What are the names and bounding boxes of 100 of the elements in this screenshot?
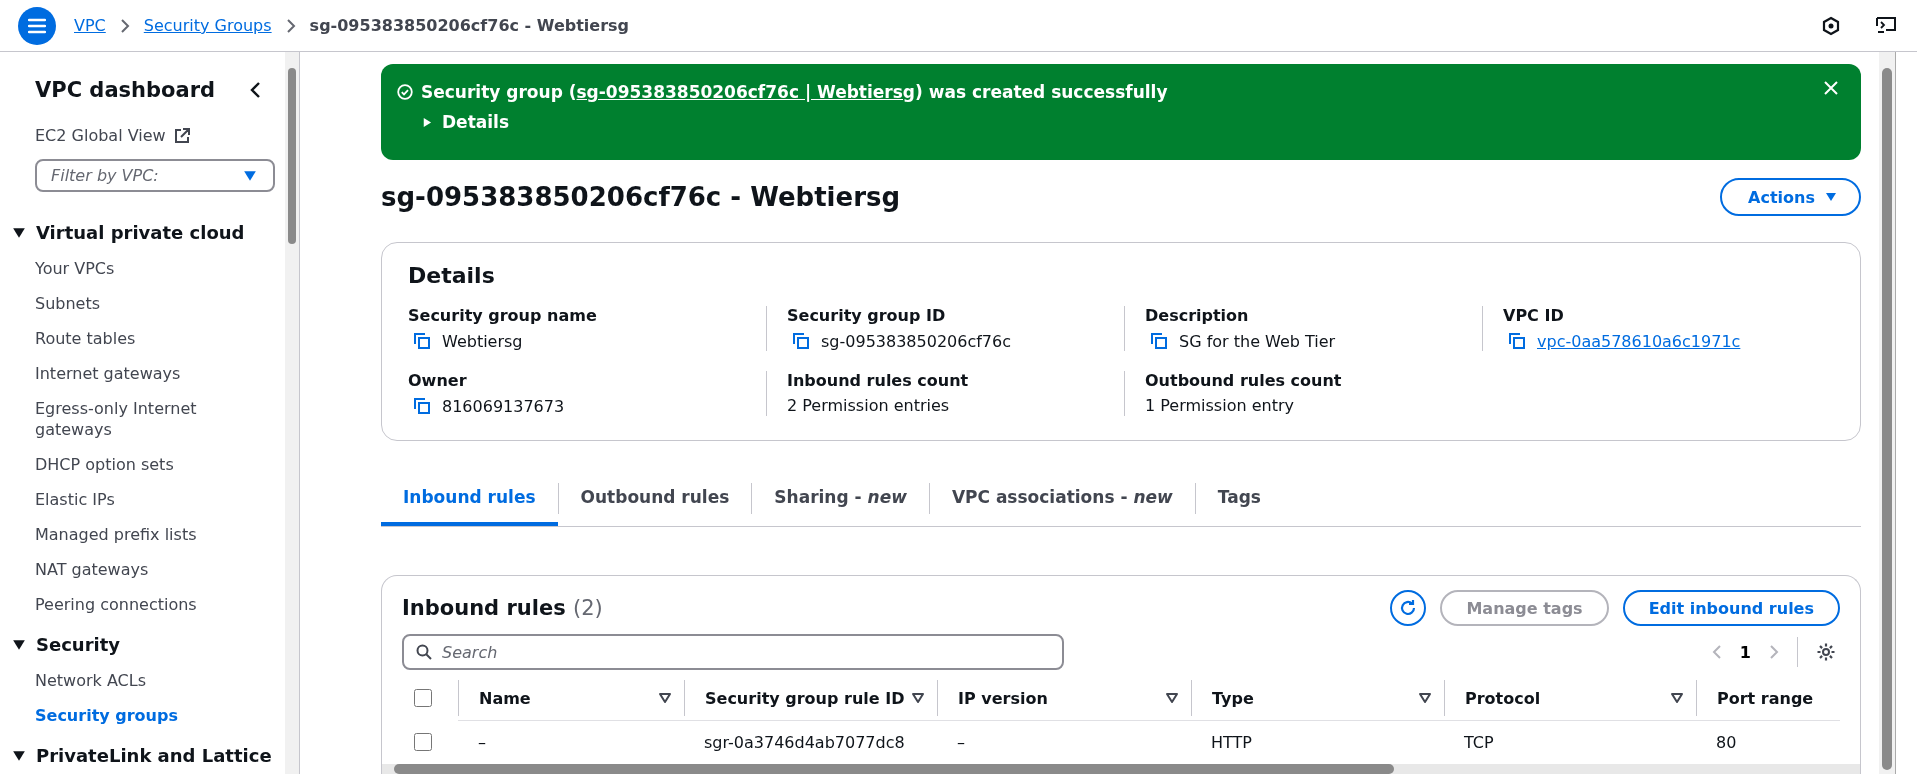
settings-button[interactable] [1816, 642, 1836, 662]
nav-link[interactable]: DHCP option sets [12, 447, 232, 482]
success-message: Security group (sg-095383850206cf76c | Webtiersg) was created successfully [421, 82, 1168, 102]
page-title: sg-095383850206cf76c - Webtiersg [381, 182, 901, 212]
copy-button[interactable] [1149, 331, 1169, 351]
tab[interactable]: Sharing - new [752, 471, 929, 526]
page-number[interactable]: 1 [1739, 642, 1751, 662]
sort-icon [1670, 692, 1684, 704]
copy-button[interactable] [791, 331, 811, 351]
column-header[interactable]: Name [458, 680, 684, 716]
tab[interactable]: Tags [1195, 471, 1283, 526]
chevron-right-icon [119, 18, 130, 33]
chevron-right-icon [1769, 644, 1779, 660]
nav-link[interactable]: Subnets [12, 286, 232, 321]
tab[interactable]: VPC associations - new [929, 471, 1195, 526]
security-group-link[interactable]: sg-095383850206cf76c | Webtiersg [576, 82, 916, 102]
nav-link[interactable]: Internet gateways [12, 356, 232, 391]
details-toggle[interactable]: Details [421, 112, 509, 132]
nav-section-header[interactable]: PrivateLink and Lattice [12, 745, 275, 766]
nav-link[interactable]: Route tables [12, 321, 232, 356]
copy-button[interactable] [412, 331, 432, 351]
chevron-left-icon [1711, 644, 1722, 660]
collapse-button[interactable] [249, 81, 261, 99]
actions-button[interactable]: Actions [1720, 178, 1861, 216]
field-label: VPC ID [1503, 306, 1565, 325]
caret-icon [12, 637, 26, 652]
row-checkbox[interactable] [414, 733, 432, 751]
screen-icon-button[interactable] [1875, 15, 1897, 36]
copy-icon [791, 331, 811, 351]
search-icon [416, 644, 432, 660]
column-header[interactable]: Type [1191, 680, 1444, 716]
nav-section-header[interactable]: Virtual private cloud [12, 222, 275, 243]
caret-icon [12, 225, 26, 240]
breadcrumb-current: sg-095383850206cf76c - Webtiersg [309, 16, 630, 35]
column-header[interactable]: IP version [937, 680, 1191, 716]
field-value: 816069137673 [442, 396, 565, 416]
close-icon [1823, 80, 1839, 96]
sort-icon [658, 692, 672, 704]
copy-button[interactable] [412, 396, 432, 416]
nav-link[interactable]: Elastic IPs [12, 482, 232, 517]
column-header[interactable]: Security group rule ID [684, 680, 937, 716]
column-header[interactable]: Port range [1696, 680, 1840, 716]
close-button[interactable] [1823, 80, 1839, 96]
horizontal-scrollbar[interactable] [382, 764, 1860, 774]
field-label: Security group name [408, 306, 598, 325]
edit-rules-button[interactable]: Edit inbound rules [1622, 590, 1840, 626]
nav-link[interactable]: Egress-only Internet gateways [12, 391, 232, 447]
column-header[interactable]: Protocol [1444, 680, 1696, 716]
nav-link[interactable]: Managed prefix lists [12, 517, 232, 552]
caret-icon [1825, 191, 1837, 203]
tab[interactable]: Inbound rules [381, 471, 558, 526]
menu-button[interactable] [18, 6, 56, 45]
tab[interactable]: Outbound rules [558, 471, 752, 526]
breadcrumb-link[interactable]: VPC [74, 16, 106, 35]
monitor-icon [1875, 15, 1897, 36]
table-title: Inbound rules (2) [402, 596, 603, 620]
refresh-button[interactable] [1390, 590, 1427, 626]
field-value: SG for the Web Tier [1179, 331, 1336, 351]
nav-link[interactable]: Network ACLs [12, 663, 232, 698]
copy-icon [412, 331, 432, 351]
scrollbar[interactable] [1879, 52, 1895, 774]
caret-icon [12, 748, 26, 763]
field-value: 1 Permission entry [1145, 396, 1294, 415]
chevron-left-icon [249, 81, 261, 99]
vpc-filter-select[interactable]: Filter by VPC: [35, 159, 275, 192]
caret-icon [421, 116, 432, 128]
nav-link[interactable]: NAT gateways [12, 552, 232, 587]
field-value: sg-095383850206cf76c [821, 331, 1011, 351]
scrollbar[interactable] [285, 52, 299, 774]
field-label: Inbound rules count [787, 371, 970, 390]
field-label: Description [1145, 306, 1250, 325]
field-label: Security group ID [787, 306, 947, 325]
field-label: Outbound rules count [1145, 371, 1343, 390]
nav-link[interactable]: Security groups [12, 698, 232, 733]
field-link[interactable]: vpc-0aa578610a6c1971c [1537, 331, 1741, 351]
hexagon-icon [1821, 15, 1841, 36]
external-link-icon [173, 127, 190, 144]
chevron-right-icon [285, 18, 296, 33]
copy-button[interactable] [1507, 331, 1527, 351]
nav-link[interactable]: Your VPCs [12, 251, 232, 286]
sort-icon [1418, 692, 1432, 704]
hexagon-icon-button[interactable] [1821, 15, 1841, 36]
global-view-link[interactable]: EC2 Global View [12, 126, 275, 145]
settings-icon [1816, 642, 1836, 662]
field-label: Owner [408, 371, 468, 390]
caret-icon [243, 168, 257, 183]
sort-icon [911, 692, 925, 704]
copy-icon [412, 396, 432, 416]
breadcrumb-link[interactable]: Security Groups [143, 16, 272, 35]
nav-link[interactable]: Peering connections [12, 587, 232, 622]
check-circle-icon [397, 84, 413, 100]
menu-icon [28, 17, 46, 34]
copy-icon [1507, 331, 1527, 351]
select-all-checkbox[interactable] [414, 689, 432, 707]
nav-section-header[interactable]: Security [12, 634, 275, 655]
field-value: 2 Permission entries [787, 396, 950, 415]
copy-icon [1149, 331, 1169, 351]
sidebar-title: VPC dashboard [35, 78, 216, 102]
search-field[interactable]: Search [402, 634, 1064, 670]
sort-icon [1165, 692, 1179, 704]
